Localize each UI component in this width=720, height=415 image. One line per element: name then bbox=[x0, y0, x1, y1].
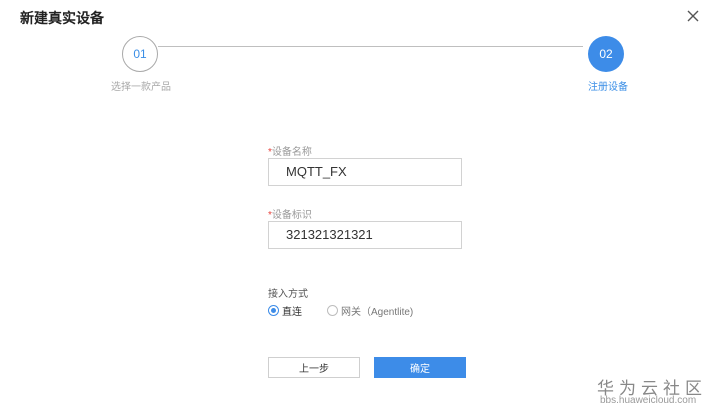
step-2-label: 注册设备 bbox=[588, 82, 628, 93]
device-name-input[interactable]: MQTT_FX bbox=[268, 158, 462, 186]
radio-checked-icon bbox=[268, 305, 279, 316]
radio-unchecked-icon bbox=[327, 305, 338, 316]
previous-step-button[interactable]: 上一步 bbox=[268, 357, 360, 378]
watermark-url: bbs.huaweicloud.com bbox=[600, 395, 697, 406]
device-name-label: *设备名称 bbox=[268, 143, 312, 158]
radio-gateway-label: 网关（Agentlite) bbox=[341, 307, 414, 318]
step-1-circle: 01 bbox=[122, 36, 158, 72]
step-1-label: 选择一款产品 bbox=[111, 82, 171, 93]
dialog-title: 新建真实设备 bbox=[20, 10, 104, 26]
step-connector bbox=[158, 46, 583, 47]
confirm-button[interactable]: 确定 bbox=[374, 357, 466, 378]
step-2-circle: 02 bbox=[588, 36, 624, 72]
close-icon[interactable] bbox=[684, 7, 702, 25]
radio-direct-label: 直连 bbox=[282, 307, 302, 318]
access-method-label: 接入方式 bbox=[268, 289, 308, 300]
device-id-input[interactable]: 321321321321 bbox=[268, 221, 462, 249]
device-id-label-text: 设备标识 bbox=[271, 210, 312, 221]
radio-direct[interactable]: 直连 bbox=[268, 303, 302, 318]
device-name-label-text: 设备名称 bbox=[271, 147, 312, 158]
device-id-label: *设备标识 bbox=[268, 206, 312, 221]
radio-gateway[interactable]: 网关（Agentlite) bbox=[327, 303, 413, 318]
